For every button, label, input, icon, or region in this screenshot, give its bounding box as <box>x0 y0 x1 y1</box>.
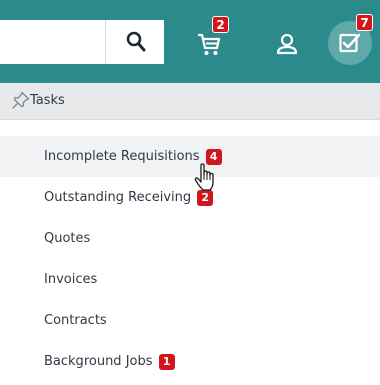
section-title: Tasks <box>30 93 65 108</box>
pin-icon <box>12 91 30 109</box>
hand-cursor-icon <box>194 163 214 191</box>
search-input[interactable] <box>0 20 105 64</box>
tasks-count-badge: 7 <box>356 14 373 31</box>
user-icon <box>276 33 298 55</box>
cart-count-badge: 2 <box>212 16 229 33</box>
search-icon <box>126 31 146 52</box>
search-box <box>0 20 164 64</box>
count-badge: 1 <box>158 353 175 370</box>
menu-item-label: Incomplete Requisitions <box>44 149 200 164</box>
menu-item-quotes[interactable]: Quotes <box>0 218 380 259</box>
menu-item-invoices[interactable]: Invoices <box>0 259 380 300</box>
tasks-checkbox-icon <box>339 33 361 53</box>
menu-item-label: Contracts <box>44 313 107 328</box>
menu-item-label: Invoices <box>44 272 98 287</box>
menu-item-incomplete-requisitions[interactable]: Incomplete Requisitions 4 <box>0 136 380 177</box>
menu-item-label: Outstanding Receiving <box>44 190 192 205</box>
user-profile-button[interactable] <box>266 22 308 64</box>
tasks-menu: Incomplete Requisitions 4 Outstanding Rec… <box>0 136 380 382</box>
menu-item-label: Background Jobs <box>44 354 153 369</box>
tasks-section-header[interactable]: Tasks <box>0 83 380 120</box>
cart-icon <box>198 33 221 55</box>
menu-item-label: Quotes <box>44 231 91 246</box>
menu-item-background-jobs[interactable]: Background Jobs 1 <box>0 341 380 382</box>
top-navigation-bar: 2 7 <box>0 0 380 83</box>
menu-item-contracts[interactable]: Contracts <box>0 300 380 341</box>
search-button[interactable] <box>105 20 164 64</box>
menu-item-outstanding-receiving[interactable]: Outstanding Receiving 2 <box>0 177 380 218</box>
